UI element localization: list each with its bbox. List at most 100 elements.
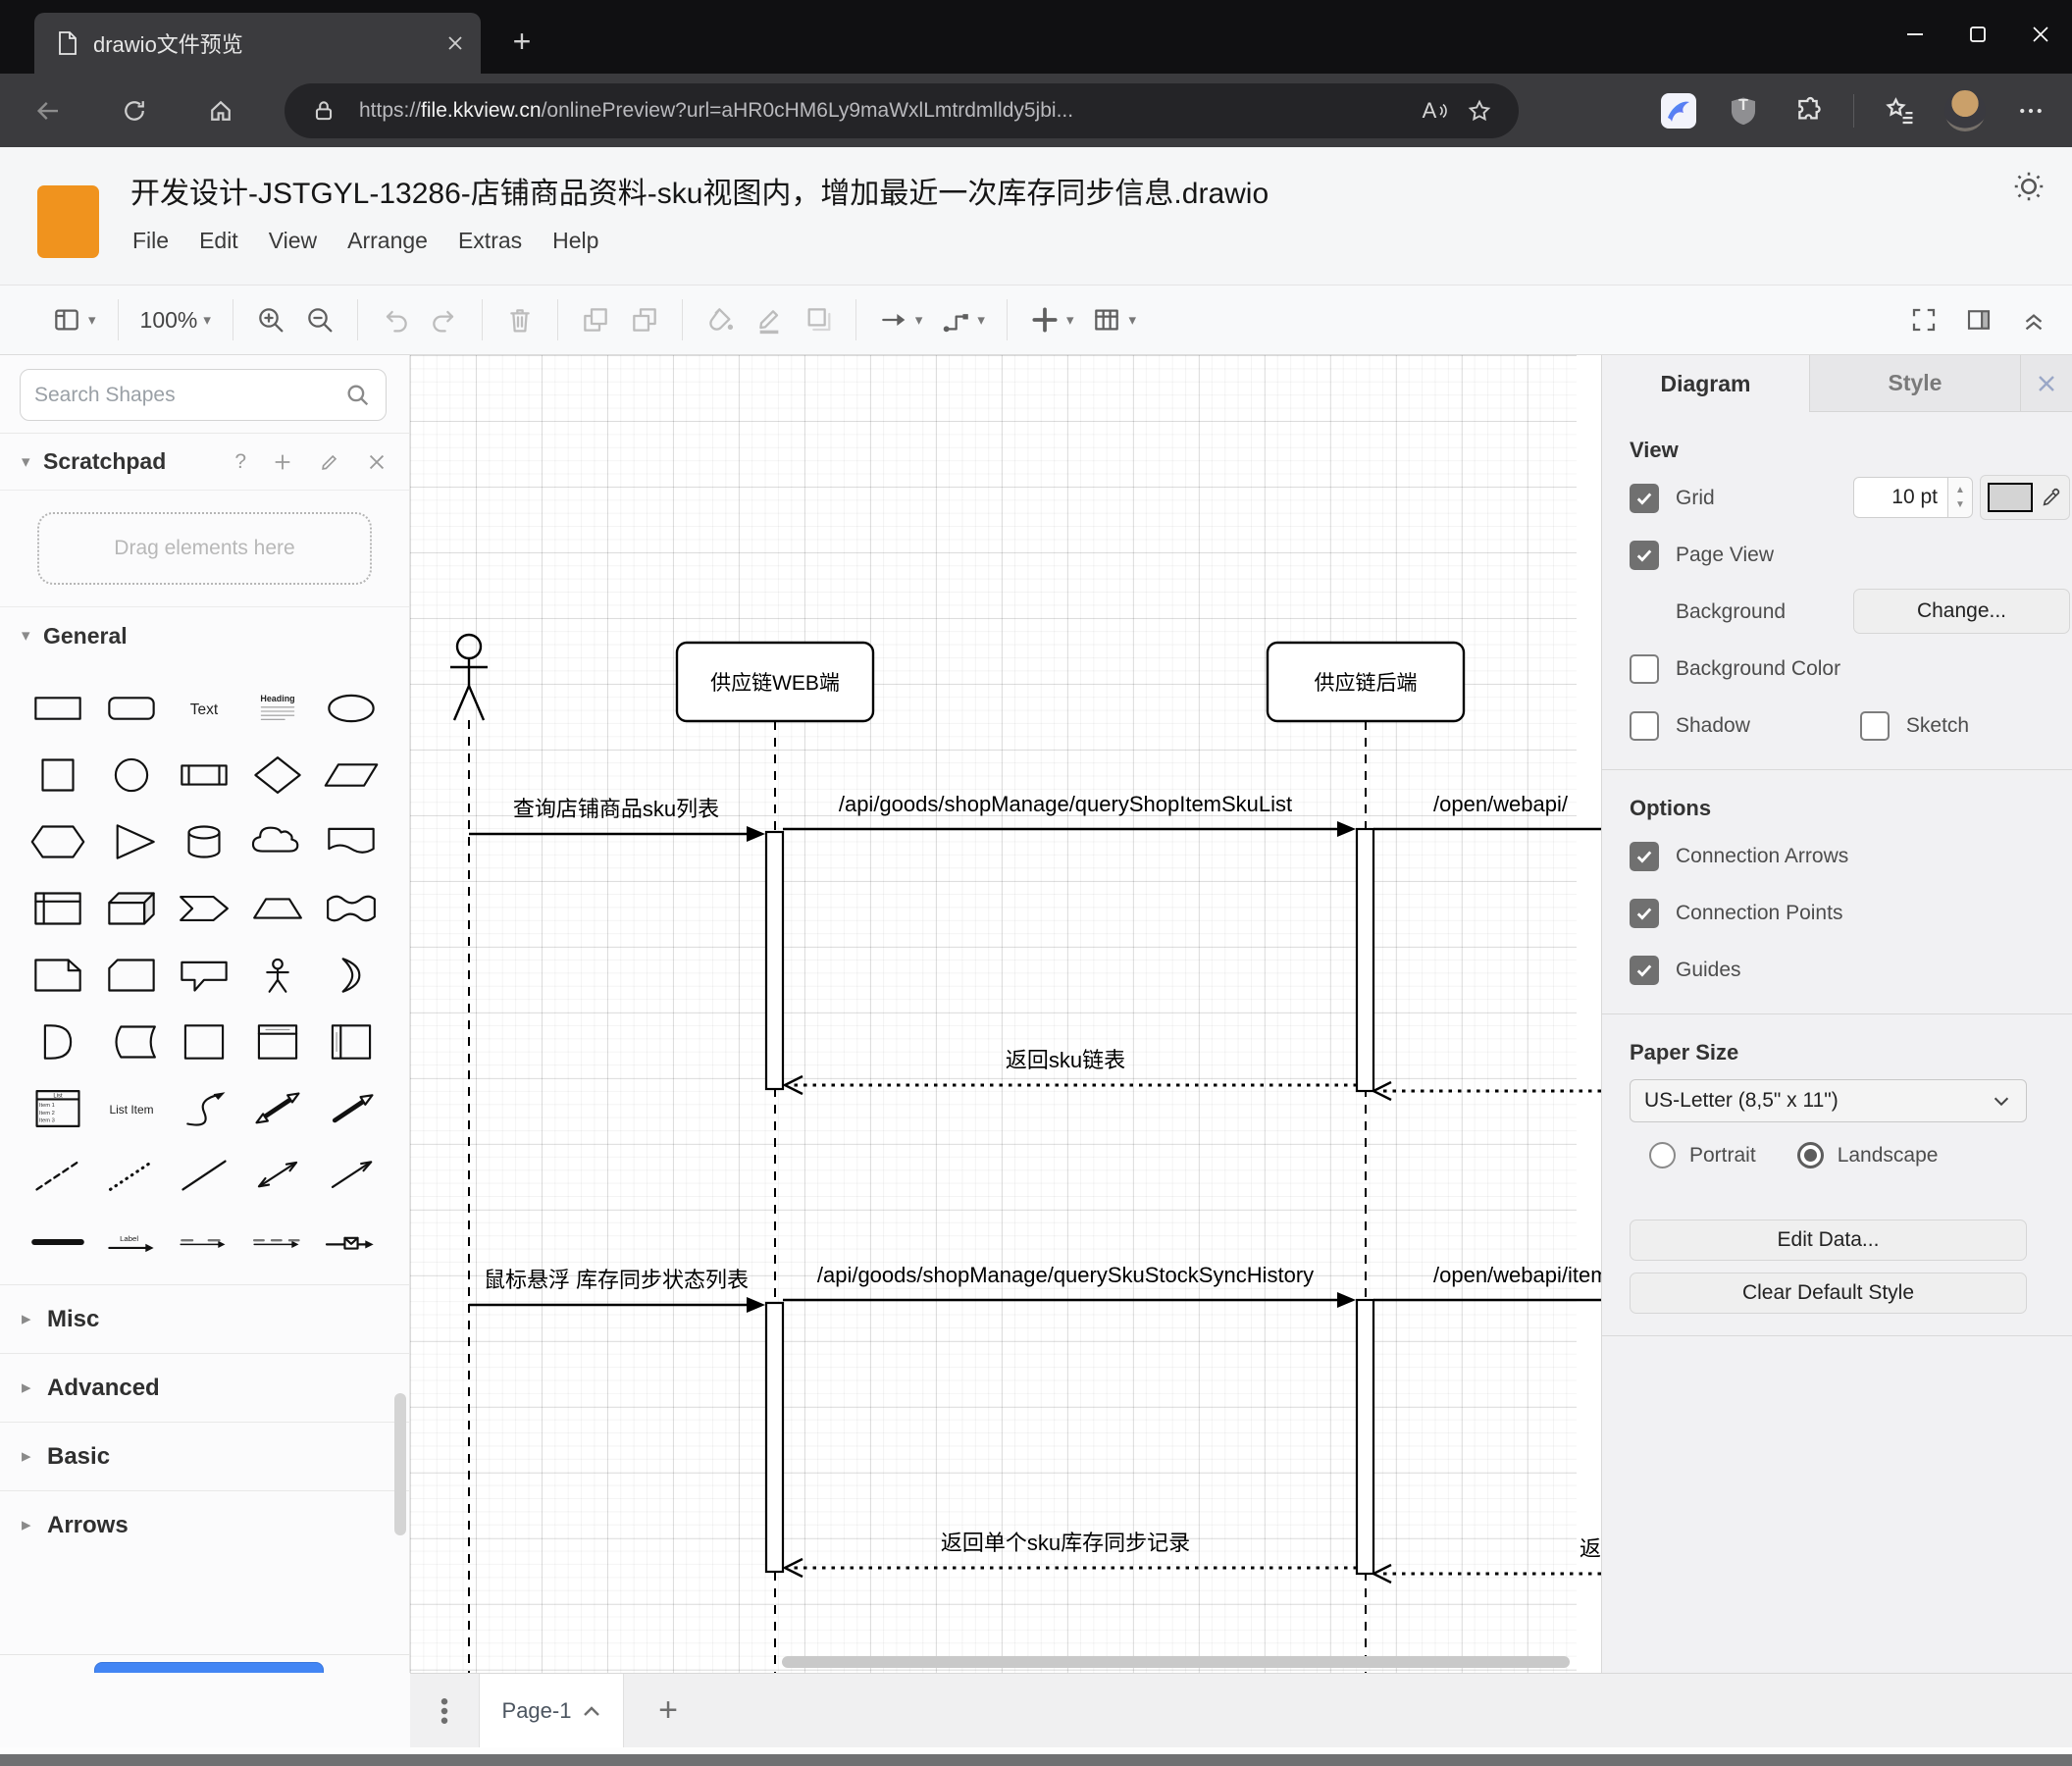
tab-style[interactable]: Style	[1809, 355, 2020, 412]
scratchpad-close-icon[interactable]	[366, 451, 388, 473]
shape-arrow-with-label[interactable]: Label	[97, 1210, 167, 1274]
zoom-in-icon[interactable]	[255, 304, 286, 336]
chevron-right-icon[interactable]: ▸	[22, 1445, 47, 1468]
read-aloud-icon[interactable]: A	[1415, 89, 1458, 132]
message-query-sku-list[interactable]: 查询店铺商品sku列表	[469, 797, 765, 842]
chevron-down-icon[interactable]: ▾	[22, 626, 43, 646]
line-color-icon[interactable]	[753, 304, 785, 336]
sidebar-section-advanced[interactable]: ▸ Advanced	[0, 1353, 409, 1422]
grid-color-button[interactable]	[1980, 475, 2070, 520]
backend-activation-1[interactable]	[1355, 827, 1375, 1093]
shape-list[interactable]: List Item 1 Item 2 Item 3	[24, 1076, 93, 1141]
shape-cylinder[interactable]	[170, 809, 239, 874]
shape-ellipse[interactable]	[316, 676, 386, 741]
clear-default-style-button[interactable]: Clear Default Style	[1630, 1273, 2027, 1314]
zoom-level-icon[interactable]: 100% ▾	[140, 307, 211, 334]
menu-help[interactable]: Help	[552, 228, 598, 254]
sketch-checkbox[interactable]	[1859, 711, 1890, 741]
shape-heading[interactable]: Heading	[243, 676, 313, 741]
to-front-icon[interactable]	[580, 304, 611, 336]
chevron-right-icon[interactable]: ▸	[22, 1376, 47, 1399]
to-back-icon[interactable]	[629, 304, 660, 336]
collections-icon[interactable]	[1880, 91, 1919, 130]
guides-checkbox[interactable]	[1630, 956, 1659, 985]
landscape-radio[interactable]	[1796, 1142, 1824, 1169]
shape-tape[interactable]	[316, 876, 386, 941]
portrait-radio[interactable]	[1649, 1142, 1676, 1169]
chevron-down-icon[interactable]: ▾	[977, 311, 985, 329]
page-tab[interactable]: Page-1	[479, 1674, 624, 1747]
diagram-canvas[interactable]: 供应链WEB端 供应链后端 查询店铺商品sku列表 /api/goods/sho…	[410, 355, 1601, 1673]
shape-directional-connector[interactable]	[316, 1143, 386, 1208]
shape-dotted-line[interactable]	[97, 1143, 167, 1208]
shadow-checkbox[interactable]	[1630, 711, 1659, 741]
message-open-webapi-2[interactable]: /open/webapi/item	[1373, 1263, 1601, 1302]
shape-source-target-waypoint[interactable]	[243, 1210, 313, 1274]
menu-arrange[interactable]: Arrange	[347, 228, 428, 254]
fullscreen-icon[interactable]	[1909, 305, 1939, 335]
shape-trapezoid[interactable]	[243, 876, 313, 941]
shape-dashed-line[interactable]	[24, 1143, 93, 1208]
return-sku-list[interactable]: 返回sku链表	[782, 1048, 1357, 1096]
change-background-button[interactable]: Change...	[1853, 589, 2070, 634]
web-activation-1[interactable]	[764, 830, 785, 1091]
shape-vertical-container[interactable]	[243, 1010, 313, 1074]
scratchpad-help-icon[interactable]: ?	[234, 450, 246, 474]
tab-close-icon[interactable]	[445, 33, 465, 53]
grid-checkbox[interactable]	[1630, 484, 1659, 513]
shape-and[interactable]	[24, 1010, 93, 1074]
redo-icon[interactable]	[429, 304, 460, 336]
message-hover-sync-status[interactable]: 鼠标悬浮 库存同步状态列表	[469, 1268, 765, 1313]
waypoints-icon[interactable]: ▾	[940, 304, 985, 336]
shape-list-item[interactable]: List Item	[97, 1076, 167, 1141]
shape-data-storage[interactable]	[97, 1010, 167, 1074]
fill-color-icon[interactable]	[704, 304, 736, 336]
sidebar-section-misc[interactable]: ▸ Misc	[0, 1284, 409, 1353]
shape-parallelogram[interactable]	[316, 743, 386, 807]
chevron-down-icon[interactable]: ▾	[1128, 311, 1136, 329]
paper-size-select[interactable]: US-Letter (8,5" x 11")	[1630, 1079, 2027, 1122]
chevron-down-icon[interactable]: ▾	[88, 311, 96, 329]
connection-points-checkbox[interactable]	[1630, 899, 1659, 928]
message-querySkuStockSyncHistory[interactable]: /api/goods/shopManage/querySkuStockSyncH…	[783, 1263, 1356, 1308]
scratchpad-add-icon[interactable]	[272, 451, 293, 473]
shape-connector-symbol[interactable]	[316, 1210, 386, 1274]
menu-edit[interactable]: Edit	[199, 228, 238, 254]
shape-diamond[interactable]	[243, 743, 313, 807]
extensions-puzzle-icon[interactable]	[1788, 91, 1828, 130]
edit-data-button[interactable]: Edit Data...	[1630, 1220, 2027, 1261]
shape-card[interactable]	[97, 943, 167, 1008]
scratchpad-header[interactable]: ▾ Scratchpad ?	[0, 434, 409, 491]
undo-icon[interactable]	[380, 304, 411, 336]
back-icon[interactable]	[22, 84, 75, 137]
chevron-right-icon[interactable]: ▸	[22, 1514, 47, 1536]
shape-process[interactable]	[170, 743, 239, 807]
grid-size-input[interactable]	[1853, 477, 1947, 518]
tab-diagram[interactable]: Diagram	[1602, 355, 1809, 412]
shape-note[interactable]	[24, 943, 93, 1008]
format-panel-icon[interactable]	[1964, 305, 1994, 335]
refresh-icon[interactable]	[108, 84, 161, 137]
theme-sun-icon[interactable]	[2011, 169, 2046, 204]
grid-size-stepper[interactable]: ▲ ▼	[1947, 477, 1973, 518]
favorite-star-icon[interactable]	[1458, 89, 1501, 132]
view-tool-icon[interactable]: ▾	[51, 304, 96, 336]
sidebar-section-basic[interactable]: ▸ Basic	[0, 1422, 409, 1490]
shape-callout[interactable]	[170, 943, 239, 1008]
pages-menu-icon[interactable]	[410, 1674, 479, 1747]
shape-curve[interactable]	[170, 1076, 239, 1141]
shape-cloud[interactable]	[243, 809, 313, 874]
return-into-backend-1[interactable]	[1371, 1080, 1601, 1102]
page-view-checkbox[interactable]	[1630, 541, 1659, 570]
shape-document[interactable]	[316, 809, 386, 874]
shape-horizontal-container[interactable]	[316, 1010, 386, 1074]
bird-extension-icon[interactable]	[1659, 91, 1698, 130]
table-icon[interactable]: ▾	[1091, 304, 1136, 336]
menu-extras[interactable]: Extras	[458, 228, 522, 254]
connection-arrows-checkbox[interactable]	[1630, 842, 1659, 871]
menu-view[interactable]: View	[269, 228, 317, 254]
return-single-sku-record[interactable]: 返回单个sku库存同步记录	[782, 1531, 1357, 1579]
zoom-out-icon[interactable]	[304, 304, 336, 336]
sidebar-scrollbar[interactable]	[394, 1393, 406, 1535]
connection-icon[interactable]: ▾	[878, 304, 922, 336]
